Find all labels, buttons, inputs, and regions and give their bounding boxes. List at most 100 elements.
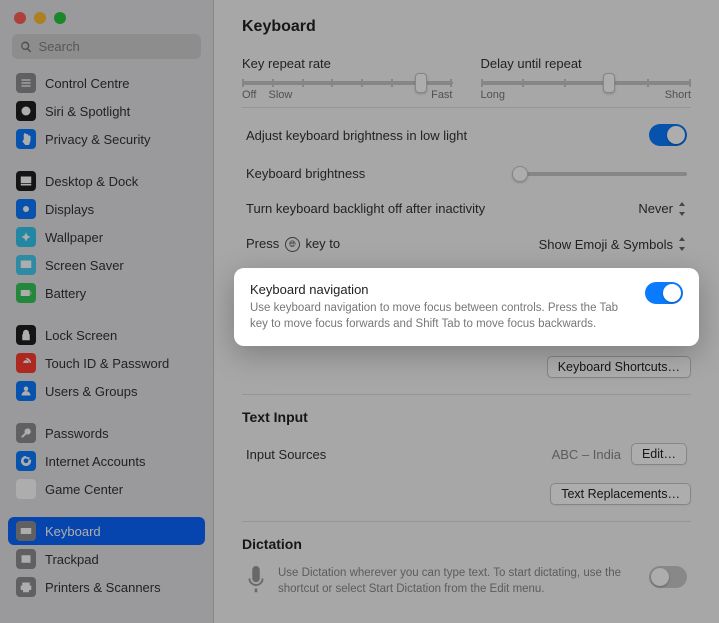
sidebar-item-game-center[interactable]: Game Center (8, 475, 205, 503)
minimize-window-button[interactable] (34, 12, 46, 24)
popup-arrows-icon (677, 202, 687, 216)
adjust-brightness-row: Adjust keyboard brightness in low light (242, 114, 691, 156)
sidebar-item-label: Siri & Spotlight (45, 104, 130, 119)
sidebar-item-label: Wallpaper (45, 230, 103, 245)
key-repeat-slow: Slow (268, 89, 292, 101)
delay-repeat-long: Long (481, 89, 505, 101)
sidebar-item-displays[interactable]: Displays (8, 195, 205, 223)
keyboard-navigation-card: Keyboard navigation Use keyboard navigat… (234, 268, 699, 346)
delay-repeat-short: Short (665, 89, 691, 101)
keyboard-nav-title: Keyboard navigation (250, 282, 633, 297)
text-replacements-button[interactable]: Text Replacements… (550, 483, 691, 505)
backlight-off-popup[interactable]: Never (638, 201, 687, 216)
fingerprint-icon (16, 353, 36, 373)
sidebar-item-label: Passwords (45, 426, 109, 441)
sidebar-item-desktop-dock[interactable]: Desktop & Dock (8, 167, 205, 195)
input-sources-edit-button[interactable]: Edit… (631, 443, 687, 465)
sidebar-item-label: Users & Groups (45, 384, 137, 399)
input-sources-value: ABC – India (552, 447, 621, 462)
sidebar-item-label: Lock Screen (45, 328, 117, 343)
sidebar-item-lock-screen[interactable]: Lock Screen (8, 321, 205, 349)
page-title: Keyboard (242, 18, 691, 36)
sidebar-item-keyboard[interactable]: Keyboard (8, 517, 205, 545)
sidebar-item-users-groups[interactable]: Users & Groups (8, 377, 205, 405)
sidebar-item-label: Screen Saver (45, 258, 124, 273)
text-input-title: Text Input (242, 409, 691, 425)
lock-icon (16, 325, 36, 345)
traffic-lights (0, 0, 213, 34)
at-icon (16, 451, 36, 471)
backlight-off-label: Turn keyboard backlight off after inacti… (246, 201, 485, 216)
popup-arrows-icon (677, 237, 687, 251)
globe-key-popup[interactable]: Show Emoji & Symbols (539, 237, 687, 252)
keyboard-nav-desc: Use keyboard navigation to move focus be… (250, 301, 633, 332)
sidebar-item-label: Trackpad (45, 552, 99, 567)
sidebar-item-label: Internet Accounts (45, 454, 145, 469)
keyboard-brightness-row: Keyboard brightness (242, 156, 691, 191)
delay-repeat-slider[interactable] (481, 81, 692, 85)
screensaver-icon (16, 255, 36, 275)
sidebar-item-internet-accounts[interactable]: Internet Accounts (8, 447, 205, 475)
search-icon (20, 40, 33, 54)
sidebar-item-printers-scanners[interactable]: Printers & Scanners (8, 573, 205, 601)
adjust-brightness-label: Adjust keyboard brightness in low light (246, 128, 467, 143)
hand-icon (16, 129, 36, 149)
globe-icon: 🌐︎ (285, 237, 300, 252)
search-input[interactable] (39, 39, 194, 54)
keyboard-brightness-slider[interactable] (512, 172, 687, 176)
key-repeat-fast: Fast (431, 89, 452, 101)
sidebar-item-screen-saver[interactable]: Screen Saver (8, 251, 205, 279)
sidebar-item-label: Printers & Scanners (45, 580, 161, 595)
sidebar-item-label: Control Centre (45, 76, 130, 91)
backlight-off-row: Turn keyboard backlight off after inacti… (242, 191, 691, 226)
sidebar-item-label: Privacy & Security (45, 132, 150, 147)
dictation-toggle[interactable] (649, 566, 687, 588)
key-repeat-slider[interactable] (242, 81, 453, 85)
sidebar-item-control-centre[interactable]: Control Centre (8, 69, 205, 97)
keyboard-shortcuts-button[interactable]: Keyboard Shortcuts… (547, 356, 691, 378)
gamecenter-icon (16, 479, 36, 499)
adjust-brightness-toggle[interactable] (649, 124, 687, 146)
close-window-button[interactable] (14, 12, 26, 24)
users-icon (16, 381, 36, 401)
delay-until-repeat: Delay until repeat Long Short (481, 56, 692, 101)
dictation-row: Use Dictation wherever you can type text… (242, 560, 691, 603)
sidebar-item-label: Keyboard (45, 524, 101, 539)
sidebar-item-battery[interactable]: Battery (8, 279, 205, 307)
sidebar-item-label: Touch ID & Password (45, 356, 169, 371)
key-icon (16, 423, 36, 443)
globe-key-value: Show Emoji & Symbols (539, 237, 673, 252)
settings-window: Control Centre Siri & Spotlight Privacy & … (0, 0, 719, 623)
input-sources-row: Input Sources ABC – India Edit… (242, 433, 691, 475)
keyboard-brightness-label: Keyboard brightness (246, 166, 365, 181)
keyboard-nav-toggle[interactable] (645, 282, 683, 304)
battery-icon (16, 283, 36, 303)
printer-icon (16, 577, 36, 597)
dictation-title: Dictation (242, 536, 691, 552)
trackpad-icon (16, 549, 36, 569)
sidebar-item-privacy-security[interactable]: Privacy & Security (8, 125, 205, 153)
keyboard-icon (16, 521, 36, 541)
sidebar-item-label: Displays (45, 202, 94, 217)
sidebar-item-passwords[interactable]: Passwords (8, 419, 205, 447)
delay-repeat-label: Delay until repeat (481, 56, 692, 71)
globe-key-label: Press 🌐︎ key to (246, 236, 340, 252)
main-content: Keyboard Key repeat rate OffSlow Fast De… (214, 0, 719, 623)
sliders-icon (16, 73, 36, 93)
sidebar-item-wallpaper[interactable]: Wallpaper (8, 223, 205, 251)
sidebar-item-trackpad[interactable]: Trackpad (8, 545, 205, 573)
dock-icon (16, 171, 36, 191)
sidebar-list: Control Centre Siri & Spotlight Privacy & … (0, 69, 213, 623)
sidebar-item-label: Desktop & Dock (45, 174, 138, 189)
globe-key-row: Press 🌐︎ key to Show Emoji & Symbols (242, 226, 691, 262)
search-field-wrap[interactable] (12, 34, 201, 59)
sidebar-item-siri-spotlight[interactable]: Siri & Spotlight (8, 97, 205, 125)
zoom-window-button[interactable] (54, 12, 66, 24)
sun-icon (16, 199, 36, 219)
repeat-sliders: Key repeat rate OffSlow Fast Delay until… (242, 56, 691, 101)
siri-icon (16, 101, 36, 121)
microphone-icon (246, 566, 266, 594)
sidebar-item-touch-id-password[interactable]: Touch ID & Password (8, 349, 205, 377)
flower-icon (16, 227, 36, 247)
dictation-desc: Use Dictation wherever you can type text… (278, 566, 637, 597)
